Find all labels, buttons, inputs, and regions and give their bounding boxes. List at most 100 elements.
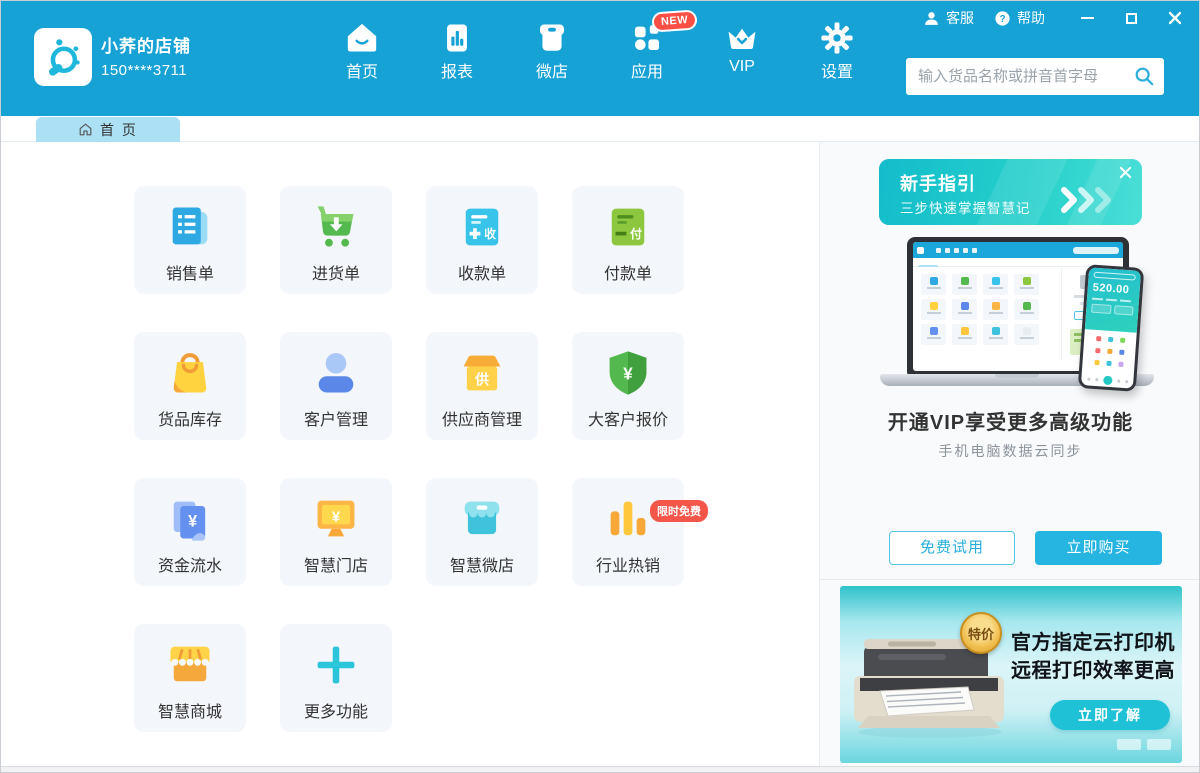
- tile-label: 智慧商城: [158, 698, 222, 722]
- tab-home[interactable]: 首 页: [36, 117, 180, 142]
- storefront-icon: [535, 21, 569, 55]
- nav-label: 报表: [441, 58, 473, 82]
- tile-cash-flow[interactable]: ¥ 资金流水: [134, 478, 246, 586]
- tile-sales-order[interactable]: 销售单: [134, 186, 246, 294]
- purchase-order-icon: [310, 201, 362, 253]
- search-icon[interactable]: [1133, 65, 1155, 92]
- tile-purchase-order[interactable]: 进货单: [280, 186, 392, 294]
- nav-label: 应用: [631, 58, 663, 82]
- phone-preview: 520.00: [1078, 264, 1145, 392]
- tile-label: 销售单: [166, 260, 214, 284]
- tab-home-icon: [78, 122, 93, 137]
- tile-key-account-quote[interactable]: ¥ 大客户报价: [572, 332, 684, 440]
- smart-weidian-icon: [456, 493, 508, 545]
- help-button[interactable]: ? 帮助: [994, 8, 1045, 28]
- header-bar: 小荞的店铺 150****3711 首页 报表: [1, 1, 1200, 116]
- customer-service-label: 客服: [946, 8, 974, 28]
- help-label: 帮助: [1017, 8, 1045, 28]
- tile-label: 智慧微店: [450, 552, 514, 576]
- receipt-order-icon: 收: [456, 201, 508, 253]
- tile-smart-weidian[interactable]: 智慧微店: [426, 478, 538, 586]
- topbar-actions: 客服 ? 帮助: [923, 5, 1183, 31]
- nav-label: 首页: [346, 58, 378, 82]
- printer-ad-banner[interactable]: 特价 官方指定云打印机 远程打印效率更高 立即了解: [840, 586, 1182, 763]
- maximize-button[interactable]: [1123, 10, 1139, 26]
- ad-headline-2: 远程打印效率更高: [1011, 657, 1175, 685]
- suppliers-house-icon: 供: [456, 347, 508, 399]
- tile-customers[interactable]: 客户管理: [280, 332, 392, 440]
- cash-flow-icon: ¥: [164, 493, 216, 545]
- close-icon: [1168, 11, 1182, 25]
- tile-label: 供应商管理: [442, 406, 522, 430]
- ad-pager-dot[interactable]: [1117, 739, 1141, 750]
- buy-now-button[interactable]: 立即购买: [1035, 531, 1162, 565]
- gear-icon: [820, 21, 854, 55]
- nav-item-reports[interactable]: 报表: [425, 21, 489, 82]
- nav-label: 微店: [536, 58, 568, 82]
- phone-amount: 520.00: [1092, 282, 1135, 297]
- tab-home-label: 首 页: [100, 120, 138, 140]
- nav-item-settings[interactable]: 设置: [805, 21, 869, 82]
- free-trial-button[interactable]: 免费试用: [889, 531, 1015, 565]
- industry-hot-bars-icon: [602, 493, 654, 545]
- guide-subtitle: 三步快速掌握智慧记: [900, 197, 1031, 217]
- vip-crown-icon: [725, 21, 759, 55]
- tile-smart-store[interactable]: ¥ 智慧门店: [280, 478, 392, 586]
- shop-name: 小荞的店铺: [101, 32, 191, 57]
- tile-inventory[interactable]: 货品库存: [134, 332, 246, 440]
- tile-suppliers[interactable]: 供 供应商管理: [426, 332, 538, 440]
- svg-text:?: ?: [999, 14, 1005, 25]
- nav-item-home[interactable]: 首页: [330, 21, 394, 82]
- app-window: 小荞的店铺 150****3711 首页 报表: [0, 0, 1200, 773]
- reports-icon: [440, 21, 474, 55]
- svg-text:供: 供: [474, 371, 489, 387]
- tile-label: 行业热销: [596, 552, 660, 576]
- special-price-medal: 特价: [960, 612, 1002, 654]
- nav-item-weidian[interactable]: 微店: [520, 21, 584, 82]
- tile-smart-mall[interactable]: 智慧商城: [134, 624, 246, 732]
- panel-divider: [820, 579, 1200, 580]
- shop-logo[interactable]: [34, 28, 92, 86]
- learn-more-button[interactable]: 立即了解: [1050, 700, 1170, 730]
- window-controls: [1079, 10, 1183, 26]
- tile-receipt-order[interactable]: 收 收款单: [426, 186, 538, 294]
- right-panel: 新手指引 三步快速掌握智慧记: [819, 142, 1200, 766]
- window-bottom-edge: [1, 766, 1200, 773]
- triple-chevron-icon: [1060, 187, 1114, 213]
- svg-text:¥: ¥: [188, 513, 197, 531]
- nav-label: VIP: [729, 58, 755, 76]
- customer-service-button[interactable]: 客服: [923, 8, 974, 28]
- tile-label: 进货单: [312, 260, 360, 284]
- tile-more-features[interactable]: 更多功能: [280, 624, 392, 732]
- customer-service-icon: [923, 10, 940, 27]
- nav-item-apps[interactable]: 应用 NEW: [615, 21, 679, 82]
- plus-icon: [310, 639, 362, 691]
- sales-order-icon: [164, 201, 216, 253]
- tile-industry-hot[interactable]: 行业热销 限时免费: [572, 478, 684, 586]
- quote-shield-icon: ¥: [602, 347, 654, 399]
- banner-close-icon[interactable]: [1119, 166, 1132, 184]
- tile-label: 大客户报价: [588, 406, 668, 430]
- nav-item-vip[interactable]: VIP: [710, 21, 774, 82]
- snail-bulb-logo-icon: [41, 35, 85, 79]
- payment-order-icon: 付: [602, 201, 654, 253]
- help-icon: ?: [994, 10, 1011, 27]
- tile-label: 付款单: [604, 260, 652, 284]
- search-box: [906, 58, 1164, 95]
- close-button[interactable]: [1167, 10, 1183, 26]
- minimize-button[interactable]: [1079, 10, 1095, 26]
- vip-promo-subtitle: 手机电脑数据云同步: [820, 441, 1200, 461]
- svg-text:¥: ¥: [332, 509, 341, 526]
- ad-pager-dot[interactable]: [1147, 739, 1171, 750]
- newbie-guide-banner[interactable]: 新手指引 三步快速掌握智慧记: [879, 159, 1142, 225]
- tile-payment-order[interactable]: 付 付款单: [572, 186, 684, 294]
- guide-title: 新手指引: [900, 170, 976, 196]
- feature-grid: 销售单 进货单 收 收款单: [134, 186, 694, 732]
- inventory-bag-icon: [164, 347, 216, 399]
- smart-mall-icon: [164, 639, 216, 691]
- new-badge: NEW: [651, 9, 697, 32]
- search-input[interactable]: [906, 58, 1164, 95]
- svg-text:¥: ¥: [623, 364, 633, 384]
- tile-label: 智慧门店: [304, 552, 368, 576]
- tile-label: 更多功能: [304, 698, 368, 722]
